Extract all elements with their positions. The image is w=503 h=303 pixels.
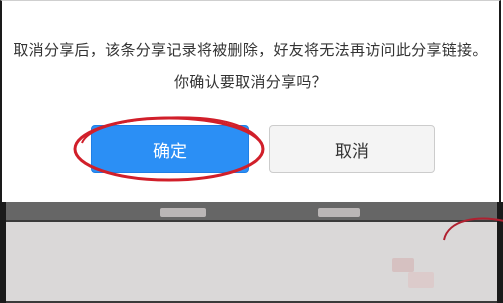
background-page — [0, 202, 503, 303]
dialog-message: 取消分享后，该条分享记录将被删除，好友将无法再访问此分享链接。 — [13, 41, 488, 59]
cancel-share-dialog: 取消分享后，该条分享记录将被删除，好友将无法再访问此分享链接。 你确认要取消分享… — [0, 0, 501, 202]
background-item — [392, 258, 414, 272]
screen: 取消分享后，该条分享记录将被删除，好友将无法再访问此分享链接。 你确认要取消分享… — [0, 0, 503, 303]
cancel-button[interactable]: 取消 — [269, 125, 435, 173]
confirm-button[interactable]: 确定 — [91, 125, 249, 173]
background-edge — [497, 202, 503, 303]
background-item — [408, 272, 434, 288]
background-edge — [0, 202, 6, 303]
background-item — [318, 208, 360, 217]
background-item — [160, 208, 206, 217]
dialog-question: 你确认要取消分享吗？ — [173, 73, 327, 91]
background-strip — [0, 202, 503, 220]
background-content — [6, 222, 497, 301]
